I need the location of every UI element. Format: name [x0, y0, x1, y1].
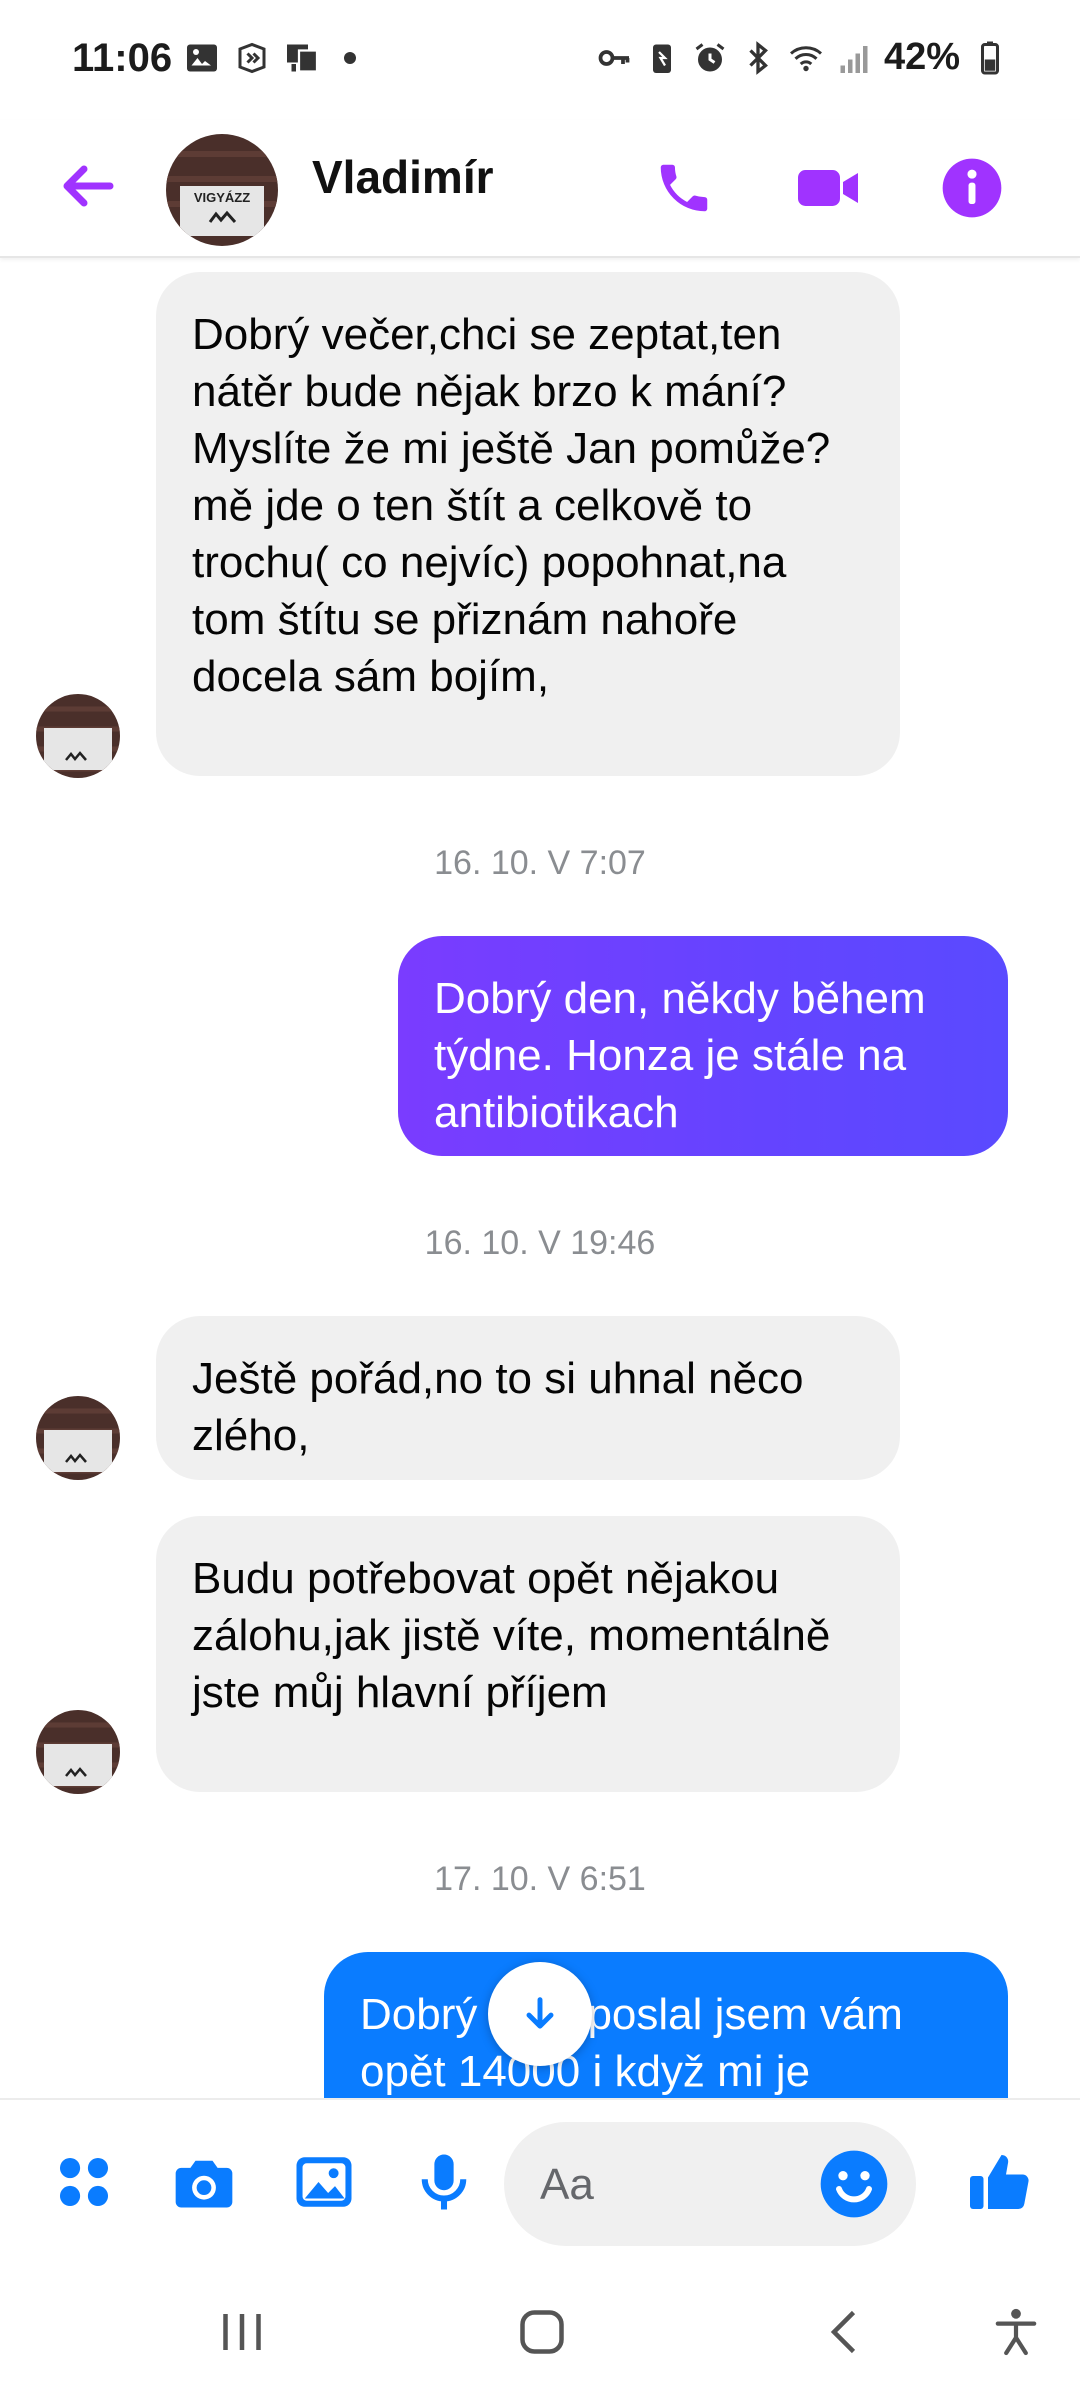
battery-icon — [981, 41, 999, 74]
status-time: 11:06 — [72, 36, 173, 80]
message-composer — [0, 2098, 1080, 2266]
chevron-left-icon — [830, 2310, 856, 2354]
gallery-icon — [187, 44, 217, 72]
contact-avatar[interactable]: VIGYÁZZ — [166, 134, 278, 246]
thumbs-up-icon — [970, 2155, 1029, 2210]
info-icon — [942, 158, 1002, 218]
scroll-to-bottom-button[interactable] — [488, 1962, 592, 2066]
message-timestamp: 16. 10. V 7:07 — [434, 844, 646, 882]
message-input-field[interactable] — [504, 2122, 916, 2246]
outgoing-message[interactable]: Dobrý den, někdy během týdne. Honza je s… — [398, 936, 1008, 1156]
gallery-button[interactable] — [284, 2142, 364, 2222]
vpn-key-icon — [598, 49, 630, 66]
apps-grid-icon — [59, 2157, 109, 2207]
incoming-message[interactable]: Budu potřebovat opět nějakou zálohu,jak … — [156, 1516, 900, 1792]
phone-icon — [660, 164, 708, 212]
wifi-icon — [789, 45, 822, 71]
incoming-message[interactable]: Ještě pořád,no to si uhnal něco zlého, — [156, 1316, 900, 1480]
contact-name[interactable]: Vladimír — [312, 150, 494, 204]
emoji-button[interactable] — [814, 2144, 894, 2224]
like-button[interactable] — [960, 2142, 1040, 2222]
smiley-face-icon — [820, 2150, 888, 2218]
recent-apps-icon — [223, 2314, 261, 2350]
dot-icon — [344, 52, 356, 64]
incoming-message[interactable]: Dobrý večer,chci se zeptat,ten nátěr bud… — [156, 272, 900, 776]
message-timestamp: 17. 10. V 6:51 — [434, 1860, 646, 1898]
audio-call-button[interactable] — [638, 142, 730, 234]
recent-apps-button[interactable] — [202, 2292, 282, 2372]
sender-avatar[interactable] — [36, 1396, 120, 1480]
home-button[interactable] — [502, 2292, 582, 2372]
status-bar: 11:06 42% — [0, 0, 1080, 120]
status-notification-icons — [184, 40, 356, 76]
arrow-left-icon — [63, 165, 114, 207]
accessibility-button[interactable] — [976, 2292, 1056, 2372]
microphone-icon — [421, 2154, 467, 2210]
voice-message-button[interactable] — [404, 2142, 484, 2222]
battery-percent: 42% — [883, 36, 960, 78]
avatar-sign-text: VIGYÁZZ — [194, 190, 250, 205]
more-actions-button[interactable] — [44, 2142, 124, 2222]
status-system-icons: 42% — [596, 36, 1008, 79]
back-button[interactable] — [48, 146, 128, 226]
signal-icon — [840, 45, 868, 73]
video-camera-icon — [798, 170, 858, 206]
conversation-info-button[interactable] — [926, 142, 1018, 234]
shazam-icon — [238, 42, 266, 74]
video-call-button[interactable] — [782, 142, 874, 234]
message-timestamp: 16. 10. V 19:46 — [424, 1224, 656, 1262]
presentation-icon — [287, 44, 319, 73]
system-navigation-bar — [0, 2264, 1080, 2400]
message-input[interactable] — [538, 2152, 802, 2218]
camera-icon — [175, 2160, 233, 2208]
back-nav-button[interactable] — [806, 2292, 886, 2372]
sender-avatar[interactable] — [36, 694, 120, 778]
accessibility-icon — [995, 2308, 1037, 2356]
bluetooth-icon — [749, 40, 768, 75]
home-icon — [520, 2310, 564, 2354]
sender-avatar[interactable] — [36, 1710, 120, 1794]
alarm-icon — [695, 42, 725, 71]
battery-saver-icon — [652, 44, 671, 73]
camera-button[interactable] — [164, 2142, 244, 2222]
conversation-header: VIGYÁZZ Vladimír — [0, 120, 1080, 258]
image-icon — [296, 2157, 352, 2207]
arrow-down-icon — [526, 1997, 554, 2029]
